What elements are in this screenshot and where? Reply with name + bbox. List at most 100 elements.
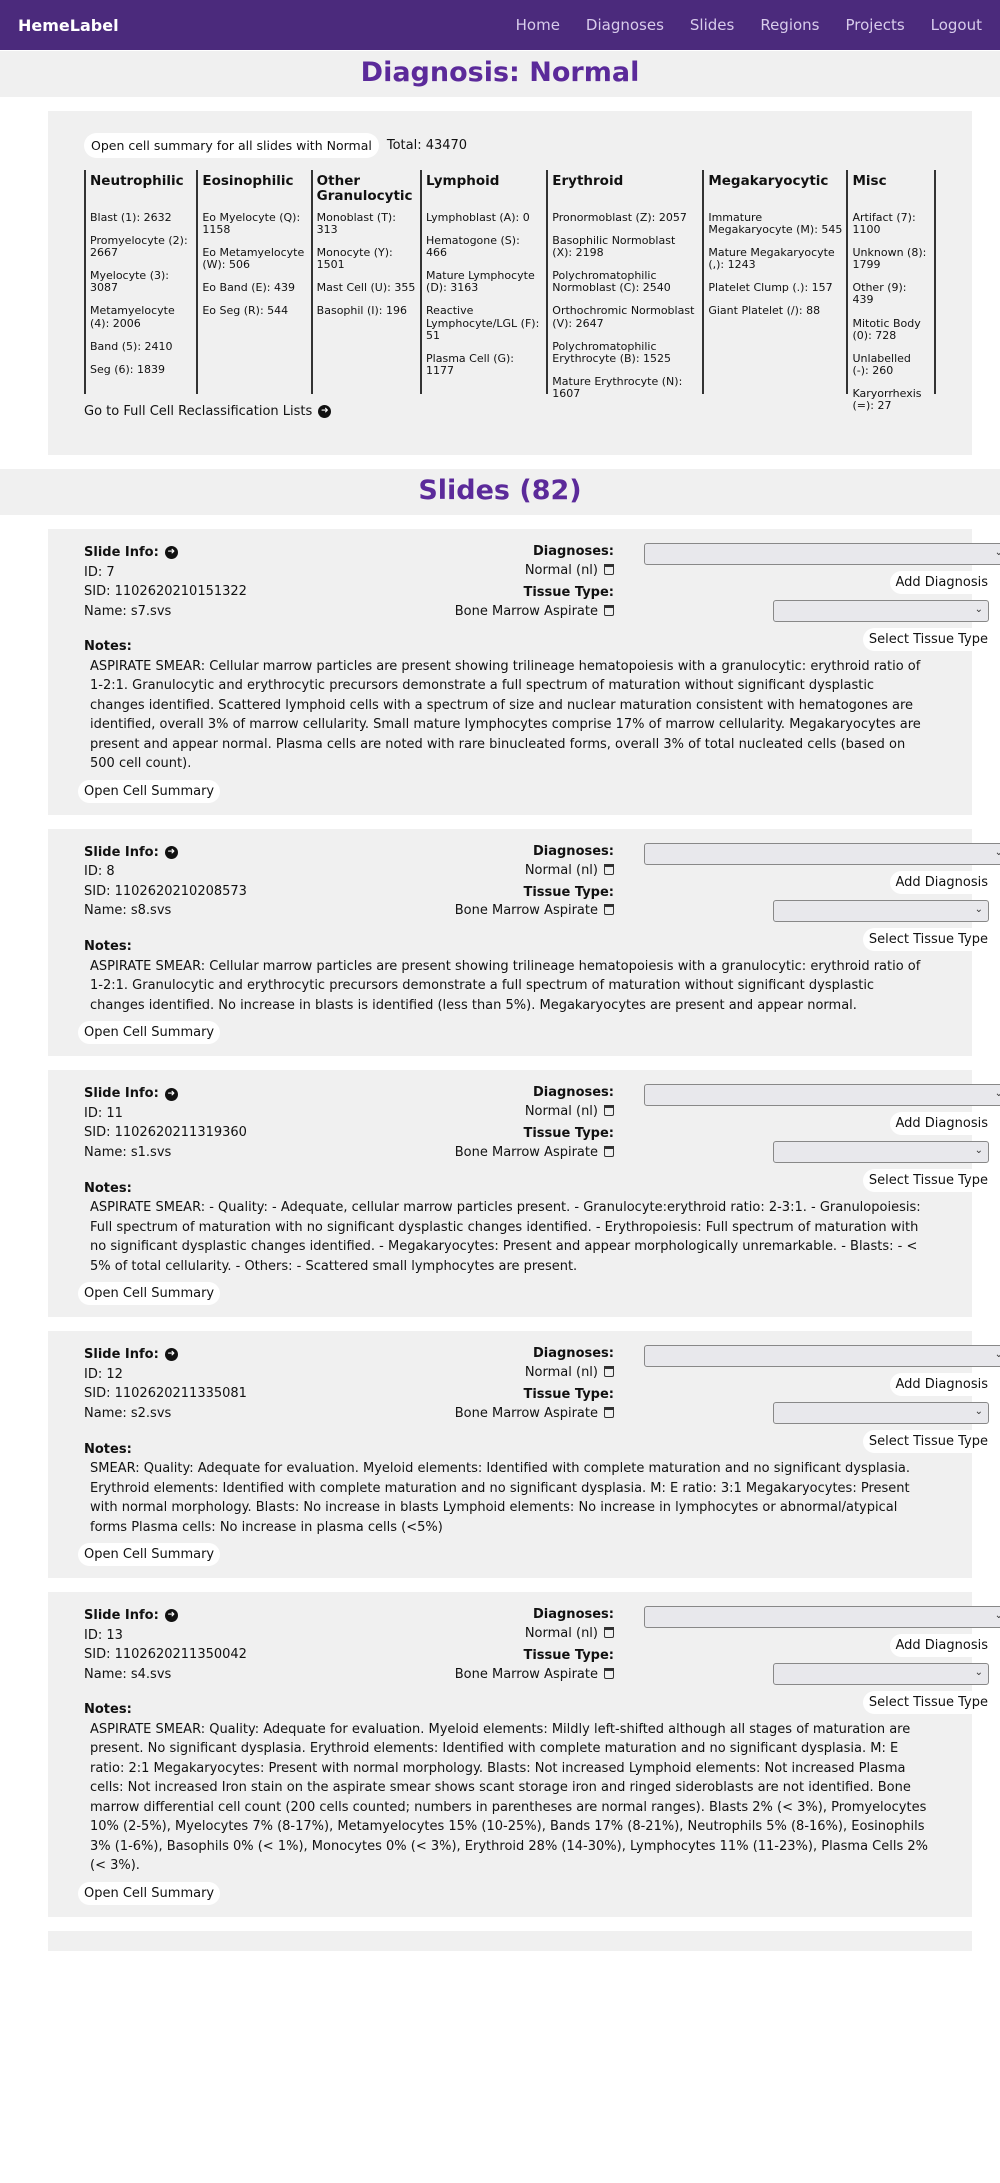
select-tissue-type-button[interactable]: Select Tissue Type [862, 927, 994, 951]
cell-count: Monocyte (Y): 1501 [316, 246, 393, 272]
tissue-value: Bone Marrow Aspirate [454, 1144, 598, 1160]
open-cell-summary-button[interactable]: Open Cell Summary [78, 1543, 221, 1566]
slide-id: ID: 8 [84, 864, 115, 880]
select-tissue-row: Select Tissue Type [644, 927, 1000, 951]
cell-count: Karyorrhexis (=): 27 [852, 386, 922, 413]
slide-info: Slide Info: ➜ ID: 7 SID: 110262021015132… [84, 543, 404, 621]
slide-head: Slide Info: ➜ ID: 7 SID: 110262021015132… [84, 543, 1000, 651]
arrow-right-icon[interactable]: ➜ [164, 1087, 178, 1101]
diagnosis-value: Normal (nl) [524, 1364, 598, 1380]
select-tissue-type-button[interactable]: Select Tissue Type [862, 1691, 994, 1714]
slide-id: ID: 7 [84, 564, 115, 580]
notes-text: ASPIRATE SMEAR: Quality: Adequate for ev… [90, 1721, 929, 1874]
col-megakaryocytic: Megakaryocytic Immature Megakaryocyte (M… [702, 170, 846, 394]
add-diagnosis-button[interactable]: Add Diagnosis [889, 1112, 994, 1136]
slide-card [48, 1930, 972, 1951]
tissue-type-select[interactable]: ⌄ [773, 1402, 989, 1425]
add-diagnosis-button[interactable]: Add Diagnosis [889, 571, 994, 594]
slide-card: Slide Info: ➜ ID: 8 SID: 110262021020857… [48, 828, 1000, 1057]
diagnosis-select[interactable]: ⌄ [644, 543, 1000, 565]
navbar: HemeLabel Home Diagnoses Slides Regions … [0, 0, 1000, 50]
trash-icon[interactable] [604, 904, 614, 916]
diagnoses-label: Diagnoses: [532, 1346, 614, 1362]
tissue-value: Bone Marrow Aspirate [454, 1666, 598, 1682]
select-tissue-type-button[interactable]: Select Tissue Type [862, 1169, 994, 1193]
select-tissue-type-button[interactable]: Select Tissue Type [862, 1430, 994, 1454]
diagnosis-value: Normal (nl) [524, 562, 598, 578]
trash-icon[interactable] [604, 604, 614, 616]
open-cell-summary-button[interactable]: Open Cell Summary [78, 1881, 221, 1905]
tissue-type-select[interactable]: ⌄ [773, 1141, 989, 1164]
nav-projects[interactable]: Projects [846, 16, 905, 34]
open-cell-summary-button[interactable]: Open Cell Summary [78, 1021, 221, 1045]
cell-count: Mitotic Body (0): 728 [852, 316, 921, 342]
nav-diagnoses[interactable]: Diagnoses [586, 16, 664, 34]
col-neutrophilic: Neutrophilic Blast (1): 2632 Promyelocyt… [84, 170, 196, 394]
slide-info-label: Slide Info: [84, 1347, 159, 1363]
nav-home[interactable]: Home [516, 16, 560, 34]
arrow-right-icon[interactable]: ➜ [164, 546, 178, 560]
diagnosis-value: Normal (nl) [524, 862, 598, 878]
arrow-right-icon[interactable]: ➜ [164, 1348, 178, 1362]
brand-logo[interactable]: HemeLabel [18, 16, 119, 35]
chevron-down-icon: ⌄ [994, 1349, 1000, 1361]
trash-icon[interactable] [604, 863, 614, 875]
slide-controls: ⌄ Add Diagnosis ⌄ Select Tissue Type [644, 842, 1000, 957]
tissue-type-select[interactable]: ⌄ [773, 899, 989, 922]
cell-count: Mature Lymphocyte (D): 3163 [426, 269, 535, 295]
trash-icon[interactable] [604, 1626, 614, 1638]
col-title: Erythroid [552, 173, 624, 189]
slide-name: Name: s7.svs [84, 603, 172, 619]
slide-head: Slide Info: ➜ ID: 8 SID: 110262021020857… [84, 842, 1000, 951]
chevron-down-icon: ⌄ [974, 1406, 983, 1418]
trash-icon[interactable] [604, 1406, 614, 1418]
trash-icon[interactable] [604, 1365, 614, 1377]
trash-icon[interactable] [604, 1667, 614, 1679]
cell-count: Pronormoblast (Z): 2057 [552, 211, 687, 224]
add-diagnosis-button[interactable]: Add Diagnosis [889, 870, 994, 894]
diagnosis-select[interactable]: ⌄ [644, 1345, 1000, 1368]
tissue-entry: Bone Marrow Aspirate [384, 1405, 614, 1424]
full-reclassification-label: Go to Full Cell Reclassification Lists [84, 404, 313, 419]
slide-name: Name: s2.svs [84, 1405, 172, 1421]
cell-count: Platelet Clump (.): 157 [708, 281, 833, 295]
notes-text: ASPIRATE SMEAR: Cellular marrow particle… [90, 658, 921, 772]
chevron-down-icon: ⌄ [974, 1145, 983, 1157]
diagnosis-entry: Normal (nl) [384, 1364, 614, 1383]
add-diagnosis-button[interactable]: Add Diagnosis [889, 1373, 994, 1397]
select-tissue-type-button[interactable]: Select Tissue Type [862, 628, 994, 651]
nav-logout[interactable]: Logout [931, 16, 982, 34]
open-cell-summary-all-button[interactable]: Open cell summary for all slides with No… [84, 133, 379, 158]
trash-icon[interactable] [604, 1145, 614, 1157]
slide-info: Slide Info: ➜ ID: 12 SID: 11026202113350… [84, 1345, 404, 1423]
full-reclassification-link[interactable]: Go to Full Cell Reclassification Lists ➜ [84, 404, 936, 419]
nav-regions[interactable]: Regions [760, 16, 819, 34]
open-cell-summary-button[interactable]: Open Cell Summary [78, 779, 221, 803]
trash-icon[interactable] [604, 563, 614, 575]
diagnosis-select[interactable]: ⌄ [644, 1084, 1000, 1107]
nav-slides[interactable]: Slides [690, 16, 734, 34]
slide-controls: ⌄ Add Diagnosis ⌄ Select Tissue Type [644, 543, 1000, 657]
trash-icon[interactable] [604, 1105, 614, 1117]
arrow-right-icon[interactable]: ➜ [164, 846, 178, 860]
diagnosis-block: Diagnoses: Normal (nl) Tissue Type: Bone… [384, 1084, 614, 1162]
tissue-type-select[interactable]: ⌄ [773, 1663, 989, 1685]
cell-count: Eo Band (E): 439 [202, 281, 295, 295]
col-eosinophilic: Eosinophilic Eo Myelocyte (Q): 1158 Eo M… [196, 170, 310, 394]
add-diagnosis-button[interactable]: Add Diagnosis [889, 1634, 994, 1657]
slide-sid: SID: 1102620211350042 [84, 1647, 247, 1662]
open-cell-summary-row: Open Cell Summary [78, 1282, 960, 1306]
col-title: Megakaryocytic [708, 173, 829, 189]
diagnosis-select[interactable]: ⌄ [644, 842, 1000, 865]
diagnosis-header: Diagnosis: Normal [0, 51, 1000, 97]
cell-count: Polychromatophilic Erythrocyte (B): 1525 [552, 339, 672, 365]
slides-list: Slide Info: ➜ ID: 7 SID: 110262021015132… [0, 529, 1000, 1951]
slide-controls: ⌄ Add Diagnosis ⌄ Select Tissue Type [644, 1606, 1000, 1720]
tissue-type-select[interactable]: ⌄ [773, 600, 989, 622]
slide-info: Slide Info: ➜ ID: 11 SID: 11026202113193… [84, 1084, 404, 1162]
open-cell-summary-button[interactable]: Open Cell Summary [78, 1282, 221, 1306]
slide-name: Name: s8.svs [84, 903, 172, 919]
cell-count: Band (5): 2410 [90, 339, 173, 353]
diagnosis-select[interactable]: ⌄ [644, 1606, 1000, 1628]
arrow-right-icon[interactable]: ➜ [164, 1609, 178, 1623]
